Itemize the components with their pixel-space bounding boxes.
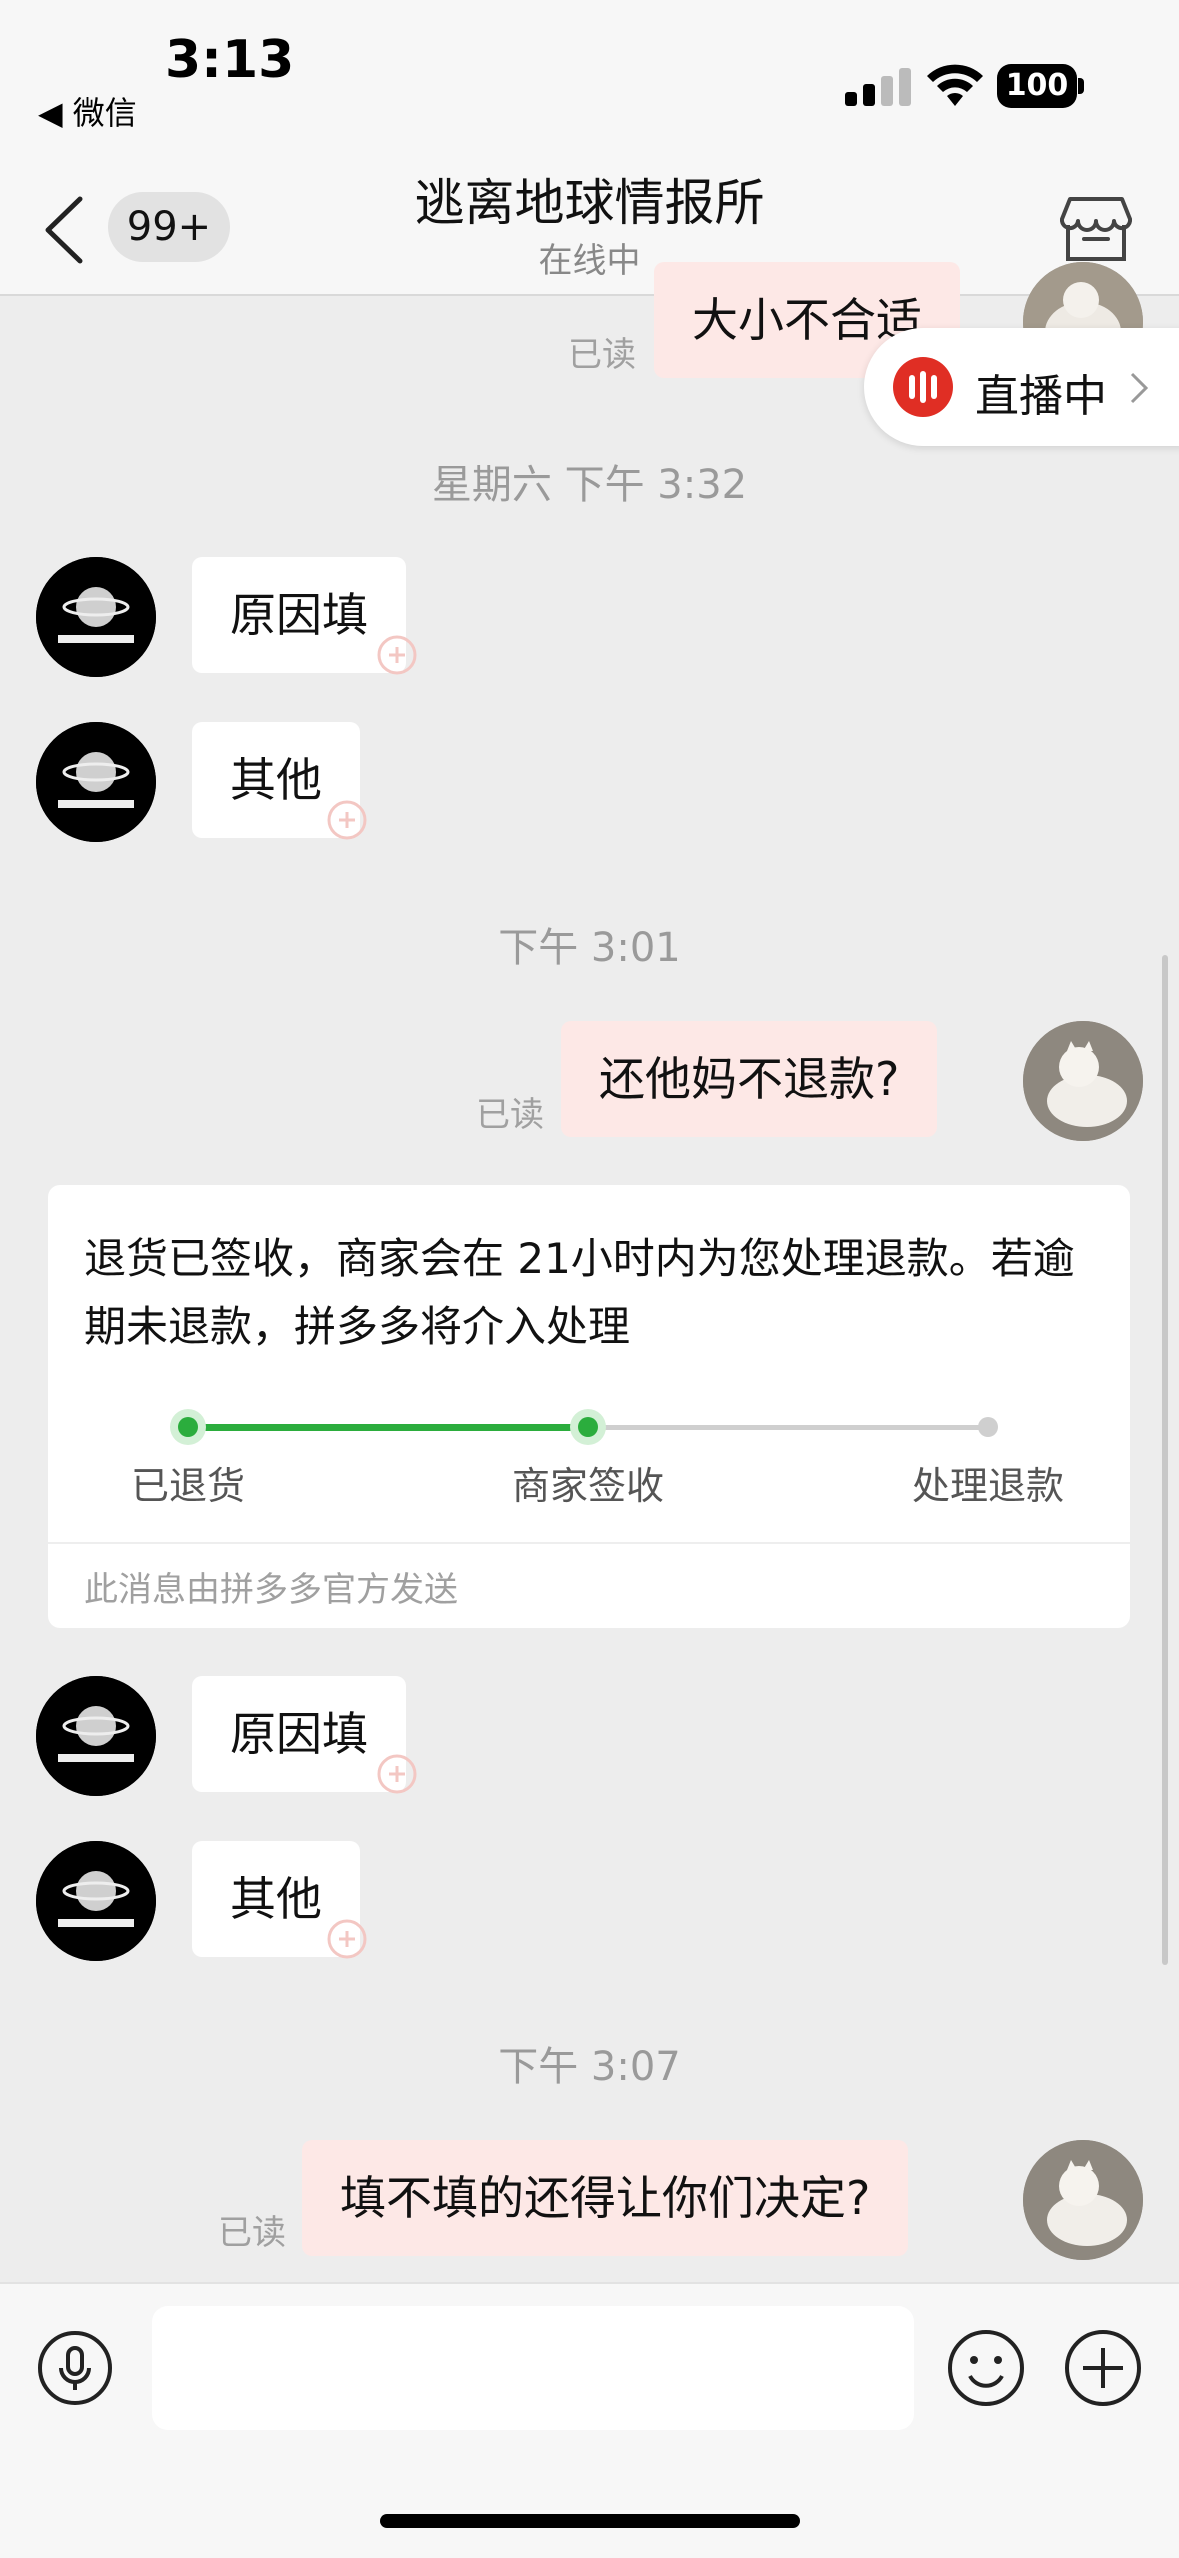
incoming-message-bubble[interactable]: 原因填 [192, 557, 406, 673]
shop-avatar[interactable] [36, 1676, 156, 1796]
emoji-icon[interactable] [946, 2328, 1026, 2408]
voice-input-icon[interactable] [37, 2330, 113, 2406]
wifi-icon [927, 64, 983, 106]
read-receipt: 已读 [218, 2213, 286, 2253]
home-indicator[interactable] [380, 2514, 800, 2528]
refund-progress-fill [188, 1424, 588, 1431]
online-status: 在线中 [538, 241, 641, 281]
status-time: 3:13 [165, 30, 295, 90]
shop-avatar[interactable] [36, 722, 156, 842]
shop-avatar[interactable] [36, 557, 156, 677]
step-label: 处理退款 [911, 1464, 1064, 1508]
message-timestamp: 下午 3:01 [498, 925, 681, 971]
user-avatar[interactable] [1023, 1021, 1143, 1141]
outgoing-message-bubble[interactable]: 填不填的还得让你们决定? [302, 2140, 909, 2256]
step-dot-done [170, 1409, 206, 1445]
cellular-signal-icon [845, 68, 911, 106]
live-label: 直播中 [975, 371, 1107, 422]
outgoing-message-bubble[interactable]: 还他妈不退款? [561, 1021, 938, 1137]
message-timestamp: 星期六 下午 3:32 [431, 462, 748, 508]
message-timestamp: 下午 3:07 [498, 2044, 681, 2090]
pinduoduo-stamp-icon [377, 1754, 417, 1794]
pinduoduo-stamp-icon [327, 800, 367, 840]
shop-avatar[interactable] [36, 1841, 156, 1961]
card-divider [48, 1542, 1130, 1544]
store-icon[interactable] [1060, 195, 1132, 265]
chat-title: 逃离地球情报所 [414, 174, 765, 232]
step-label: 商家签收 [511, 1464, 664, 1508]
read-receipt: 已读 [568, 335, 636, 375]
message-input[interactable] [152, 2306, 914, 2430]
back-to-wechat-link[interactable]: ◀ 微信 [38, 88, 137, 134]
step-dot-pending [978, 1417, 998, 1437]
user-avatar[interactable] [1023, 2140, 1143, 2260]
refund-status-text: 退货已签收，商家会在 21小时内为您处理退款。若逾期未退款，拼多多将介入处理 [84, 1234, 1075, 1351]
chevron-right-icon [1130, 372, 1149, 404]
live-icon [893, 357, 953, 417]
step-label: 已退货 [130, 1464, 245, 1508]
pinduoduo-stamp-icon [377, 635, 417, 675]
pinduoduo-stamp-icon [327, 1919, 367, 1959]
plus-icon[interactable] [1063, 2328, 1143, 2408]
step-dot-done [570, 1409, 606, 1445]
battery-indicator: 100 [997, 64, 1077, 108]
battery-tip [1078, 78, 1084, 94]
card-footer: 此消息由拼多多官方发送 [84, 1570, 458, 1610]
incoming-message-bubble[interactable]: 原因填 [192, 1676, 406, 1792]
read-receipt: 已读 [476, 1095, 544, 1135]
scrollbar[interactable] [1162, 955, 1168, 1965]
